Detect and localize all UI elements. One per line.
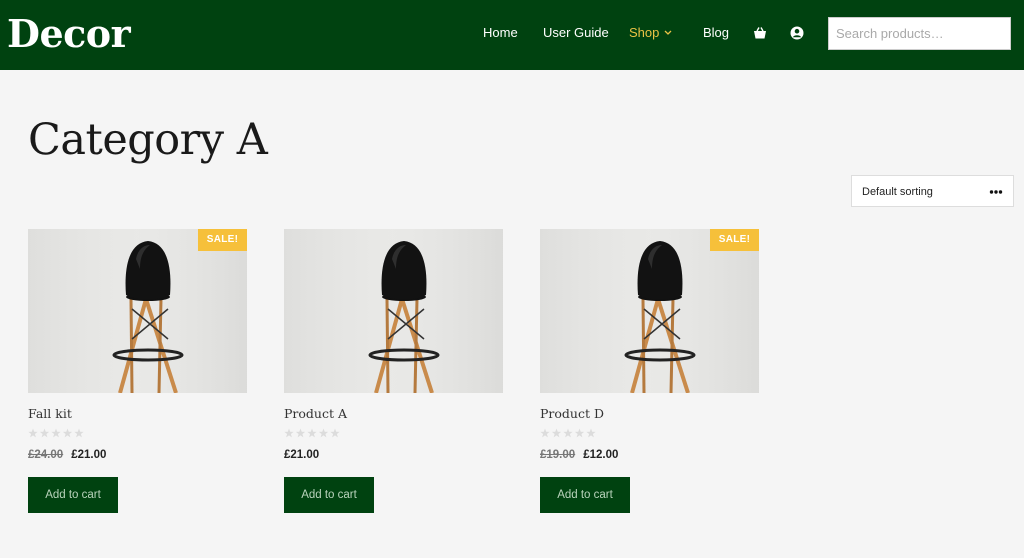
search-input[interactable]	[828, 17, 1011, 50]
add-to-cart-button[interactable]: Add to cart	[540, 477, 630, 513]
product-price: £21.00	[284, 448, 319, 462]
nav-blog[interactable]: Blog	[703, 25, 729, 41]
original-price: £19.00	[540, 449, 576, 461]
shopping-basket-icon[interactable]	[753, 26, 767, 40]
regular-price: £21.00	[284, 449, 320, 461]
product-title[interactable]: Product A	[284, 406, 347, 422]
nav-shop[interactable]: Shop	[629, 25, 659, 41]
nav-home[interactable]: Home	[483, 25, 518, 41]
page-title: Category A	[28, 115, 268, 165]
sale-badge: SALE!	[710, 229, 759, 251]
add-to-cart-button[interactable]: Add to cart	[284, 477, 374, 513]
product-card: SALE! Fall kit £24.00 £21.00 Add to cart	[28, 229, 247, 519]
star-rating-icon	[28, 428, 84, 438]
product-image[interactable]	[540, 229, 759, 393]
site-logo[interactable]: Decor	[7, 12, 131, 56]
star-rating-icon	[284, 428, 340, 438]
sale-price: £12.00	[583, 449, 619, 461]
product-title[interactable]: Product D	[540, 406, 604, 422]
original-price: £24.00	[28, 449, 64, 461]
chevron-down-icon[interactable]	[663, 25, 673, 41]
sorting-select[interactable]: Default sorting	[851, 175, 1014, 207]
star-rating-icon	[540, 428, 596, 438]
product-card: Product A £21.00 Add to cart	[284, 229, 503, 519]
sale-badge: SALE!	[198, 229, 247, 251]
product-price: £24.00 £21.00	[28, 448, 106, 462]
product-title[interactable]: Fall kit	[28, 406, 72, 422]
site-header: Decor Home User Guide Shop Blog	[0, 0, 1024, 70]
add-to-cart-button[interactable]: Add to cart	[28, 477, 118, 513]
sorting-selected-label: Default sorting	[862, 186, 933, 198]
product-price: £19.00 £12.00	[540, 448, 618, 462]
more-dots-icon	[989, 190, 1003, 194]
nav-user-guide[interactable]: User Guide	[543, 25, 609, 41]
sale-price: £21.00	[71, 449, 107, 461]
product-card: SALE! Product D £19.00 £12.00 Add to cart	[540, 229, 759, 519]
product-image[interactable]	[284, 229, 503, 393]
user-account-icon[interactable]	[790, 26, 804, 40]
product-image[interactable]	[28, 229, 247, 393]
